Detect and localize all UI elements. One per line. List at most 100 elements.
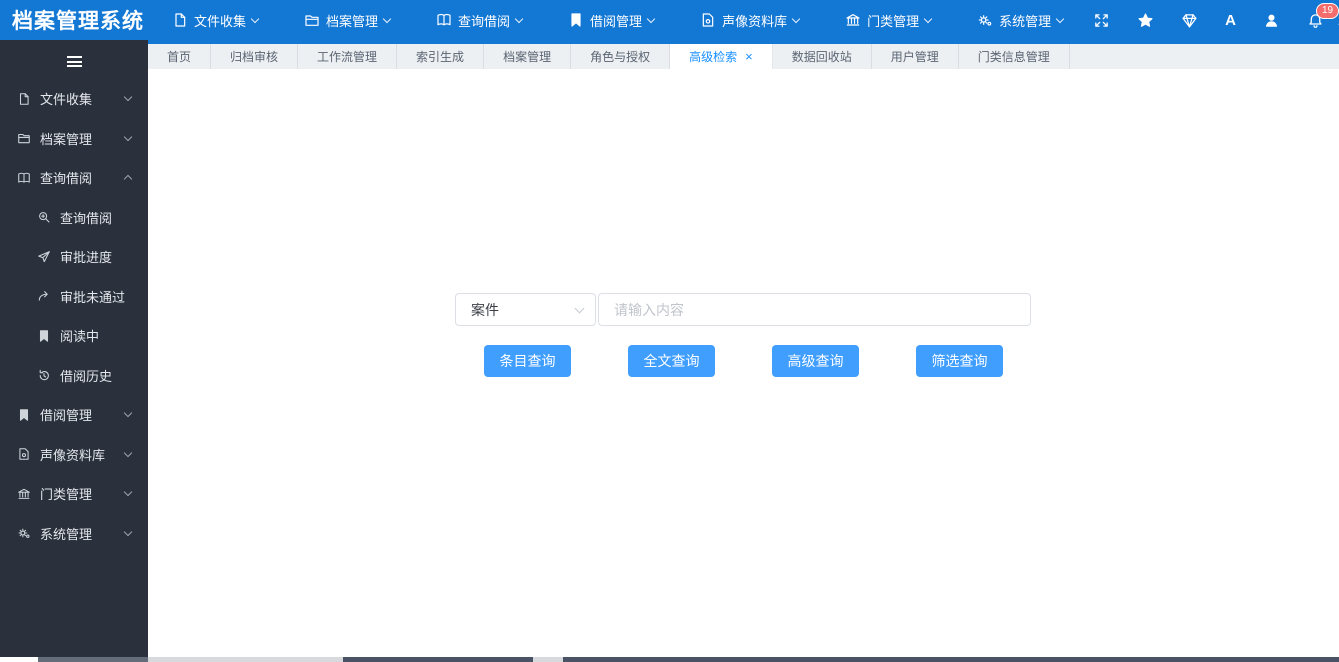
menu-item-borrow-management[interactable]: 借阅管理 xyxy=(564,0,658,40)
sidebar-item-borrow-management[interactable]: 借阅管理 xyxy=(0,395,148,435)
sidebar-item-system-management[interactable]: 系统管理 xyxy=(0,514,148,554)
tab-home[interactable]: 首页 xyxy=(148,44,212,69)
entry-query-button[interactable]: 条目查询 xyxy=(484,345,571,377)
menu-item-query-borrow[interactable]: 查询借阅 xyxy=(432,0,526,40)
fullscreen-icon[interactable] xyxy=(1093,12,1110,29)
media-file-icon xyxy=(17,447,31,461)
tab-archive-management[interactable]: 档案管理 xyxy=(484,44,572,69)
book-icon xyxy=(17,171,31,185)
sidebar: 文件收集 档案管理 查询借阅 查询借阅 审批进度 审批未通过 阅读中 借阅历史 … xyxy=(0,40,148,657)
close-icon[interactable]: × xyxy=(745,50,753,63)
sidebar-horizontal-scrollbar-thumb[interactable] xyxy=(38,657,148,662)
sidebar-item-query-borrow[interactable]: 查询借阅 xyxy=(0,158,148,198)
horizontal-scrollbar-thumb[interactable] xyxy=(563,657,1339,662)
file-icon xyxy=(172,12,188,28)
tab-roles-authorization[interactable]: 角色与授权 xyxy=(571,44,671,69)
advanced-query-button[interactable]: 高级查询 xyxy=(772,345,859,377)
sidebar-collapse-button[interactable] xyxy=(0,46,148,76)
chevron-down-icon xyxy=(123,132,133,141)
sidebar-subitem-borrow-history[interactable]: 借阅历史 xyxy=(0,356,148,396)
font-size-icon[interactable]: A xyxy=(1225,12,1236,29)
bookmark-icon xyxy=(568,12,584,28)
chevron-down-icon xyxy=(123,488,133,497)
tab-category-info-management[interactable]: 门类信息管理 xyxy=(958,44,1070,69)
menu-label: 档案管理 xyxy=(326,13,379,29)
gears-icon xyxy=(17,526,31,540)
menu-item-category-management[interactable]: 门类管理 xyxy=(841,0,935,40)
chevron-down-icon xyxy=(250,14,260,23)
sidebar-item-category-management[interactable]: 门类管理 xyxy=(0,474,148,514)
sidebar-item-label: 查询借阅 xyxy=(40,171,93,187)
search-input[interactable] xyxy=(598,293,1031,326)
folder-icon xyxy=(17,131,31,145)
sidebar-item-label: 借阅管理 xyxy=(40,408,93,424)
category-select[interactable]: 案件 xyxy=(455,293,596,326)
sidebar-item-av-library[interactable]: 声像资料库 xyxy=(0,435,148,475)
book-icon xyxy=(436,12,452,28)
chevron-down-icon xyxy=(123,409,133,418)
horizontal-scrollbar-thumb[interactable] xyxy=(343,657,533,662)
menu-label: 门类管理 xyxy=(867,13,920,29)
sidebar-item-label: 文件收集 xyxy=(40,92,93,108)
tab-user-management[interactable]: 用户管理 xyxy=(871,44,959,69)
sidebar-item-label: 审批进度 xyxy=(60,250,113,266)
search-icon xyxy=(37,210,51,224)
app-title: 档案管理系统 xyxy=(12,10,144,33)
bank-icon xyxy=(17,487,31,501)
sidebar-subitem-reading[interactable]: 阅读中 xyxy=(0,316,148,356)
bookmark-icon xyxy=(17,408,31,422)
bookmark-icon xyxy=(37,329,51,343)
menu-label: 系统管理 xyxy=(999,13,1052,29)
chevron-down-icon xyxy=(123,448,133,457)
menu-item-archive-management[interactable]: 档案管理 xyxy=(300,0,394,40)
top-navbar: 档案管理系统 文件收集 档案管理 查询借阅 借阅管理 声像资料库 门类管理 系统… xyxy=(0,0,1339,40)
sidebar-subitem-approval-rejected[interactable]: 审批未通过 xyxy=(0,277,148,317)
menu-label: 借阅管理 xyxy=(590,13,643,29)
tab-bar: 首页 归档审核 工作流管理 索引生成 档案管理 角色与授权 高级检索 × 数据回… xyxy=(148,40,1339,69)
bell-icon[interactable]: 19 xyxy=(1307,2,1339,29)
header-action-icons: A 19 xyxy=(1093,2,1339,29)
menu-item-file-collection[interactable]: 文件收集 xyxy=(168,0,262,40)
main-menu: 文件收集 档案管理 查询借阅 借阅管理 声像资料库 门类管理 系统管理 xyxy=(168,0,1067,40)
menu-item-system-management[interactable]: 系统管理 xyxy=(973,0,1067,40)
sidebar-item-file-collection[interactable]: 文件收集 xyxy=(0,79,148,119)
menu-item-av-library[interactable]: 声像资料库 xyxy=(696,0,803,40)
menu-label: 文件收集 xyxy=(194,13,247,29)
chevron-up-icon xyxy=(123,175,133,184)
user-icon[interactable] xyxy=(1263,12,1280,29)
sidebar-item-label: 审批未通过 xyxy=(60,289,126,305)
tab-index-generation[interactable]: 索引生成 xyxy=(397,44,485,69)
menu-label: 声像资料库 xyxy=(722,13,788,29)
chevron-down-icon xyxy=(1055,14,1065,23)
archive-management-app: 档案管理系统 文件收集 档案管理 查询借阅 借阅管理 声像资料库 门类管理 系统… xyxy=(0,0,1339,662)
filter-query-button[interactable]: 筛选查询 xyxy=(916,345,1003,377)
sidebar-item-label: 借阅历史 xyxy=(60,368,113,384)
chevron-down-icon xyxy=(923,14,933,23)
gem-theme-icon[interactable] xyxy=(1181,12,1198,29)
redo-arrow-icon xyxy=(37,289,51,303)
fulltext-query-button[interactable]: 全文查询 xyxy=(628,345,715,377)
media-file-icon xyxy=(700,12,716,28)
tab-workflow-management[interactable]: 工作流管理 xyxy=(298,44,398,69)
sidebar-nav: 文件收集 档案管理 查询借阅 查询借阅 审批进度 审批未通过 阅读中 借阅历史 … xyxy=(0,79,148,553)
file-icon xyxy=(17,92,31,106)
sidebar-subitem-approval-progress[interactable]: 审批进度 xyxy=(0,237,148,277)
star-icon[interactable] xyxy=(1137,12,1154,29)
sidebar-subitem-query-borrow[interactable]: 查询借阅 xyxy=(0,198,148,238)
content-area: 案件 条目查询 全文查询 高级查询 筛选查询 xyxy=(148,69,1339,653)
category-select-value: 案件 xyxy=(471,301,499,318)
tab-advanced-search[interactable]: 高级检索 × xyxy=(670,44,773,69)
sidebar-item-archive-management[interactable]: 档案管理 xyxy=(0,119,148,159)
bank-icon xyxy=(845,12,861,28)
hamburger-menu-icon xyxy=(66,55,82,67)
sidebar-item-label: 阅读中 xyxy=(60,329,100,345)
paper-plane-icon xyxy=(37,250,51,264)
gears-icon xyxy=(977,12,993,28)
chevron-down-icon xyxy=(514,14,524,23)
main-area: 首页 归档审核 工作流管理 索引生成 档案管理 角色与授权 高级检索 × 数据回… xyxy=(148,40,1339,657)
sidebar-item-label: 门类管理 xyxy=(40,487,93,503)
notification-badge: 19 xyxy=(1315,2,1339,19)
tab-archive-review[interactable]: 归档审核 xyxy=(211,44,299,69)
tab-data-recycle-bin[interactable]: 数据回收站 xyxy=(772,44,872,69)
menu-label: 查询借阅 xyxy=(458,13,511,29)
